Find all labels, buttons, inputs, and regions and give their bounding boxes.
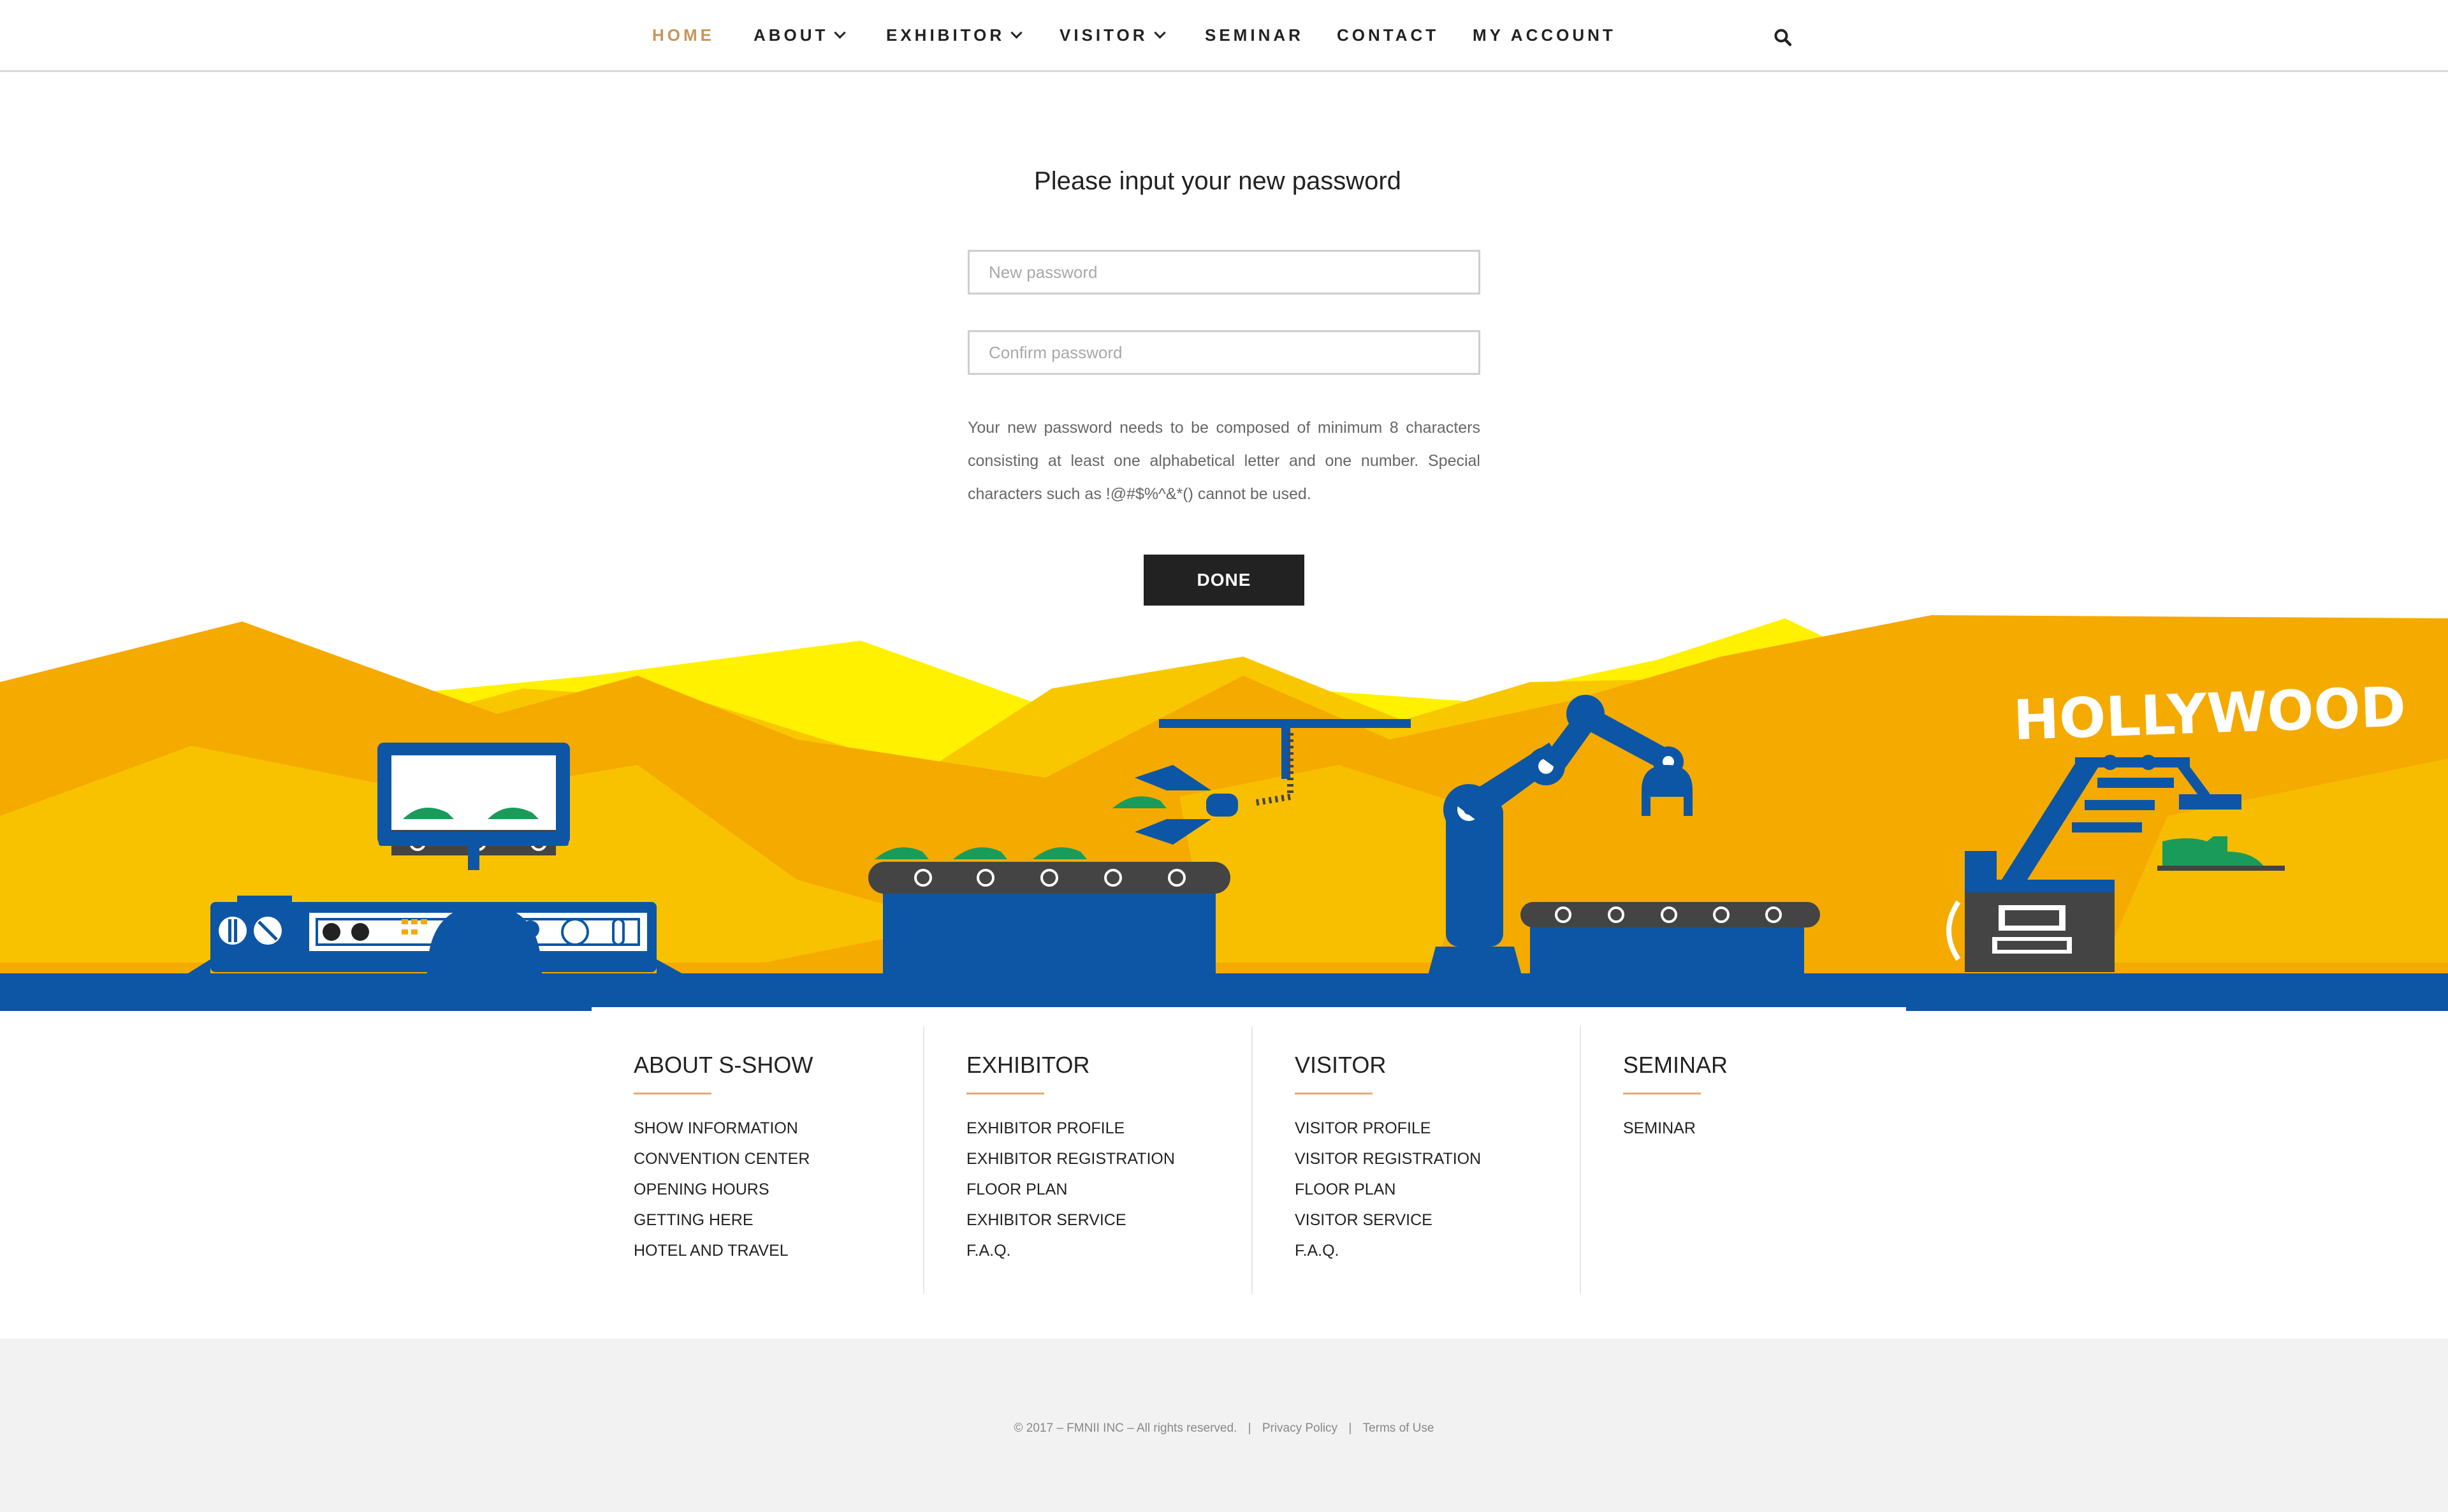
footer-column-title: EXHIBITOR: [966, 1052, 1090, 1078]
footer-links: ABOUT S-SHOW SHOW INFORMATION CONVENTION…: [592, 1007, 1906, 1294]
chevron-down-icon: [1010, 27, 1023, 39]
footer-link[interactable]: SHOW INFORMATION: [634, 1119, 798, 1138]
footer-link[interactable]: HOTEL AND TRAVEL: [634, 1242, 789, 1260]
footer-column-title: ABOUT S-SHOW: [634, 1052, 813, 1078]
privacy-policy-link[interactable]: Privacy Policy: [1262, 1421, 1337, 1435]
chevron-down-icon: [1153, 27, 1166, 39]
footer-column-title: VISITOR: [1295, 1052, 1387, 1078]
footer-link[interactable]: F.A.Q.: [966, 1242, 1010, 1260]
separator: |: [1248, 1421, 1251, 1435]
nav-contact[interactable]: CONTACT: [1337, 25, 1439, 48]
footer-title-underline: [1623, 1093, 1701, 1094]
copyright-line: © 2017 – FMNII INC – All rights reserved…: [0, 1421, 2448, 1436]
chevron-down-icon: [834, 27, 847, 39]
footer-link[interactable]: OPENING HOURS: [634, 1181, 769, 1199]
footer-link[interactable]: EXHIBITOR PROFILE: [966, 1119, 1125, 1138]
nav-seminar[interactable]: SEMINAR: [1205, 25, 1304, 48]
nav-about-label: ABOUT: [754, 25, 829, 45]
confirm-password-input[interactable]: [968, 330, 1480, 375]
separator: |: [1348, 1421, 1352, 1435]
nav-exhibitor-label: EXHIBITOR: [886, 25, 1005, 45]
footer-link[interactable]: VISITOR SERVICE: [1295, 1211, 1432, 1230]
nav-visitor-label: VISITOR: [1060, 25, 1148, 45]
footer-link[interactable]: F.A.Q.: [1295, 1242, 1339, 1260]
footer-column-about: ABOUT S-SHOW SHOW INFORMATION CONVENTION…: [592, 1026, 920, 1294]
footer-column-title: SEMINAR: [1623, 1052, 1728, 1078]
search-icon[interactable]: [1774, 28, 1793, 47]
nav-about[interactable]: ABOUT: [754, 25, 847, 48]
footer-title-underline: [1295, 1093, 1373, 1094]
page-title: Please input your new password: [1034, 167, 1401, 195]
footer-link[interactable]: EXHIBITOR SERVICE: [966, 1211, 1126, 1230]
footer-column-exhibitor: EXHIBITOR EXHIBITOR PROFILE EXHIBITOR RE…: [923, 1026, 1253, 1294]
factory-illustration: HOLLYWOOD: [0, 615, 2448, 1011]
password-requirements-hint: Your new password needs to be composed o…: [968, 419, 1480, 503]
copyright-text: © 2017 – FMNII INC – All rights reserved…: [1014, 1421, 1237, 1435]
nav-visitor[interactable]: VISITOR: [1060, 25, 1166, 48]
top-navigation: HOME ABOUT EXHIBITOR VISITOR SEMINAR CON…: [0, 0, 2448, 72]
footer-column-seminar: SEMINAR SEMINAR: [1580, 1026, 1909, 1294]
footer-link[interactable]: EXHIBITOR REGISTRATION: [966, 1150, 1175, 1168]
new-password-input[interactable]: [968, 250, 1480, 294]
footer-title-underline: [966, 1093, 1044, 1094]
footer-link[interactable]: FLOOR PLAN: [1295, 1181, 1395, 1199]
footer-link[interactable]: GETTING HERE: [634, 1211, 754, 1230]
done-button[interactable]: DONE: [1144, 555, 1304, 606]
footer-link[interactable]: VISITOR PROFILE: [1295, 1119, 1431, 1138]
footer-link[interactable]: SEMINAR: [1623, 1119, 1696, 1138]
terms-of-use-link[interactable]: Terms of Use: [1363, 1421, 1434, 1435]
footer-column-visitor: VISITOR VISITOR PROFILE VISITOR REGISTRA…: [1251, 1026, 1581, 1294]
footer-link[interactable]: VISITOR REGISTRATION: [1295, 1150, 1481, 1168]
copyright-bar: © 2017 – FMNII INC – All rights reserved…: [0, 1339, 2448, 1512]
nav-my-account[interactable]: MY ACCOUNT: [1473, 25, 1616, 48]
nav-exhibitor[interactable]: EXHIBITOR: [886, 25, 1023, 48]
footer-link[interactable]: FLOOR PLAN: [966, 1181, 1067, 1199]
nav-home[interactable]: HOME: [652, 25, 715, 48]
footer-link[interactable]: CONVENTION CENTER: [634, 1150, 810, 1168]
footer-title-underline: [634, 1093, 711, 1094]
